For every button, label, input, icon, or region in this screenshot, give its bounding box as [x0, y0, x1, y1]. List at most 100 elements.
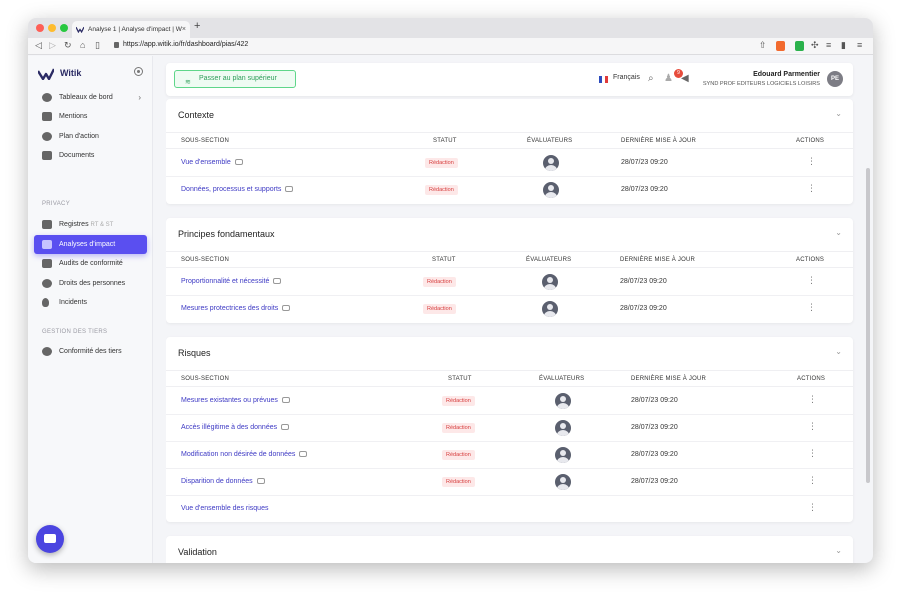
- table-row[interactable]: Proportionnalité et nécessité Rédaction …: [166, 269, 853, 296]
- browser-window: Analyse 1 | Analyse d'impact | W × + ◁ ▷…: [28, 18, 873, 563]
- search-icon[interactable]: ⌕: [648, 73, 654, 84]
- url-field[interactable]: https://app.witik.io/fr/dashboard/pias/4…: [123, 41, 248, 48]
- witik-logo-icon: [38, 68, 54, 80]
- comment-icon[interactable]: [234, 159, 243, 165]
- comment-icon[interactable]: [281, 424, 290, 430]
- subsection-link[interactable]: Proportionnalité et nécessité: [181, 278, 282, 285]
- sidebar-item-mentions[interactable]: Mentions: [34, 107, 147, 126]
- comment-icon[interactable]: [256, 478, 265, 484]
- chat-support-button[interactable]: [36, 525, 64, 553]
- sidebar-item-audits[interactable]: Audits de conformité: [34, 254, 147, 273]
- comment-icon[interactable]: [281, 397, 290, 403]
- more-actions-icon[interactable]: ⋮: [808, 448, 817, 459]
- upgrade-plan-button[interactable]: ≋ Passer au plan supérieur: [174, 70, 296, 88]
- close-window-button[interactable]: [36, 24, 44, 32]
- minimize-window-button[interactable]: [48, 24, 56, 32]
- avatar[interactable]: [543, 155, 559, 171]
- avatar[interactable]: [555, 447, 571, 463]
- subsection-link[interactable]: Accès illégitime à des données: [181, 424, 290, 431]
- subsection-link[interactable]: Mesures existantes ou prévues: [181, 397, 290, 404]
- chevron-down-icon[interactable]: ⌄: [835, 347, 842, 356]
- more-actions-icon[interactable]: ⋮: [808, 421, 817, 432]
- sidebar-item-droits[interactable]: Droits des personnes: [34, 274, 147, 293]
- subsection-link[interactable]: Vue d'ensemble des risques: [181, 505, 268, 512]
- home-icon[interactable]: ⌂: [80, 40, 85, 50]
- table-header: SOUS-SECTION STATUT ÉVALUATEURS DERNIÈRE…: [166, 132, 853, 149]
- back-icon[interactable]: ◁: [35, 40, 42, 51]
- avatar[interactable]: [555, 474, 571, 490]
- subsection-link[interactable]: Mesures protectrices des droits: [181, 305, 291, 312]
- table-row[interactable]: Modification non désirée de données Réda…: [166, 442, 853, 469]
- more-actions-icon[interactable]: ⋮: [808, 394, 817, 405]
- sidebar-item-documents[interactable]: Documents: [34, 146, 147, 165]
- status-badge: Rédaction: [442, 396, 475, 406]
- chevron-down-icon[interactable]: ⌄: [835, 546, 842, 555]
- chevron-down-icon[interactable]: ⌄: [835, 109, 842, 118]
- subsection-link[interactable]: Vue d'ensemble: [181, 159, 243, 166]
- brave-shield-icon[interactable]: [776, 41, 785, 51]
- subsection-link[interactable]: Modification non désirée de données: [181, 451, 308, 458]
- status-badge: Rédaction: [442, 450, 475, 460]
- section-card-risques: Risques ⌄ SOUS-SECTION STATUT ÉVALUATEUR…: [166, 337, 853, 522]
- more-actions-icon[interactable]: ⋮: [808, 502, 817, 513]
- sidebar-toggle-icon[interactable]: ▮: [841, 40, 846, 51]
- section-card-contexte: Contexte ⌄ SOUS-SECTION STATUT ÉVALUATEU…: [166, 99, 853, 204]
- avatar[interactable]: [543, 182, 559, 198]
- more-actions-icon[interactable]: ⋮: [807, 302, 816, 313]
- sidebar-item-incidents[interactable]: Incidents: [34, 293, 147, 312]
- sidebar-item-analyses-impact[interactable]: Analyses d'impact: [34, 235, 147, 254]
- maximize-window-button[interactable]: [60, 24, 68, 32]
- table-row[interactable]: Mesures existantes ou prévues Rédaction …: [166, 388, 853, 415]
- comment-icon[interactable]: [273, 278, 282, 284]
- forward-icon[interactable]: ▷: [49, 40, 56, 51]
- language-selector[interactable]: Français: [613, 74, 640, 81]
- comment-icon[interactable]: [299, 451, 308, 457]
- comment-icon[interactable]: [285, 186, 294, 192]
- comment-icon[interactable]: [282, 305, 291, 311]
- avatar[interactable]: [555, 393, 571, 409]
- sidebar-item-label: Conformité des tiers: [59, 348, 122, 355]
- sidebar-item-registres[interactable]: Registres RT & ST: [34, 215, 147, 234]
- more-actions-icon[interactable]: ⋮: [807, 156, 816, 167]
- table-row[interactable]: Accès illégitime à des données Rédaction…: [166, 415, 853, 442]
- playlist-icon[interactable]: ≡: [826, 40, 831, 50]
- french-flag-icon: [599, 76, 608, 83]
- menu-icon[interactable]: ≡: [857, 40, 862, 50]
- share-icon[interactable]: ⇧: [759, 40, 767, 51]
- table-row[interactable]: Vue d'ensemble Rédaction 28/07/23 09:20 …: [166, 150, 853, 177]
- top-header: ≋ Passer au plan supérieur Français ⌕ ♟ …: [166, 63, 853, 96]
- table-row[interactable]: Mesures protectrices des droits Rédactio…: [166, 296, 853, 323]
- table-row[interactable]: Disparition de données Rédaction 28/07/2…: [166, 469, 853, 496]
- reload-icon[interactable]: ↻: [64, 40, 72, 51]
- subsection-link[interactable]: Données, processus et supports: [181, 186, 294, 193]
- extension-icon[interactable]: [795, 41, 804, 51]
- collapse-sidebar-icon[interactable]: [134, 67, 143, 76]
- sidebar-item-conformite-tiers[interactable]: Conformité des tiers: [34, 342, 147, 361]
- upgrade-label: Passer au plan supérieur: [199, 75, 277, 82]
- avatar[interactable]: [542, 274, 558, 290]
- tab-close-icon[interactable]: ×: [182, 21, 186, 38]
- subsection-link[interactable]: Disparition de données: [181, 478, 265, 485]
- browser-tab[interactable]: Analyse 1 | Analyse d'impact | W ×: [72, 21, 190, 38]
- notifications-icon[interactable]: ♟: [664, 73, 673, 84]
- avatar[interactable]: [542, 301, 558, 317]
- more-actions-icon[interactable]: ⋮: [807, 275, 816, 286]
- puzzle-icon[interactable]: ✣: [811, 40, 819, 51]
- fire-icon: [42, 298, 49, 307]
- avatar[interactable]: [555, 420, 571, 436]
- sidebar: Witik Tableaux de bord › Mentions Plan d…: [28, 56, 153, 563]
- bookmark-icon[interactable]: ▯: [95, 40, 100, 51]
- scrollbar[interactable]: [866, 168, 870, 483]
- table-row[interactable]: Vue d'ensemble des risques ⋮: [166, 496, 853, 523]
- new-tab-button[interactable]: +: [194, 20, 200, 32]
- sidebar-item-plan-action[interactable]: Plan d'action: [34, 127, 147, 146]
- more-actions-icon[interactable]: ⋮: [808, 475, 817, 486]
- avatar[interactable]: PE: [827, 71, 843, 87]
- card-title: Risques: [178, 348, 211, 358]
- sidebar-item-tableaux-de-bord[interactable]: Tableaux de bord ›: [34, 88, 147, 107]
- chevron-down-icon[interactable]: ⌄: [835, 228, 842, 237]
- announcements-icon[interactable]: ◀: [681, 73, 689, 84]
- books-icon: [42, 220, 52, 229]
- more-actions-icon[interactable]: ⋮: [807, 183, 816, 194]
- table-row[interactable]: Données, processus et supports Rédaction…: [166, 177, 853, 204]
